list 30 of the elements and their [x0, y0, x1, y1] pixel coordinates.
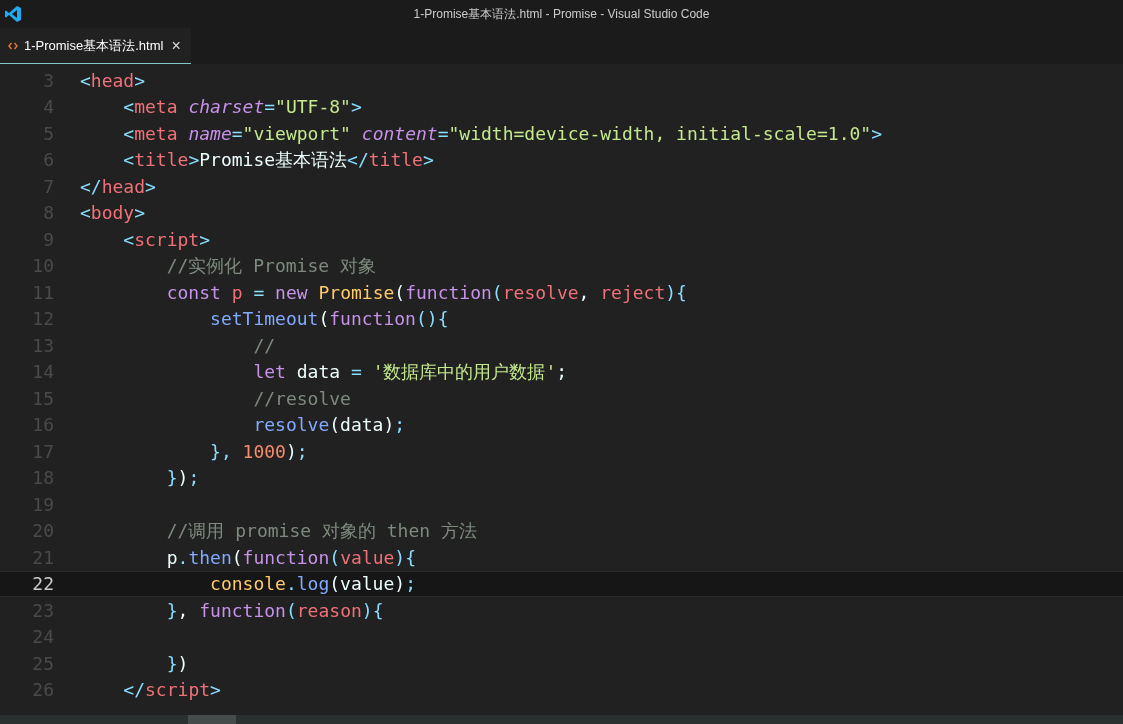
code-file-icon: [8, 41, 18, 50]
code-line: <meta name="viewport" content="width=device-width, initial-scale=1.0">: [122, 122, 882, 144]
vscode-logo-icon: [4, 5, 22, 23]
scrollbar-thumb[interactable]: [188, 715, 236, 724]
code-line: }): [165, 652, 189, 674]
code-line: <script>: [122, 228, 211, 250]
code-line: console.log(value);: [209, 573, 416, 595]
code-line: //实例化 Promise 对象: [165, 253, 376, 278]
close-icon[interactable]: ×: [171, 36, 181, 55]
code-line: }, 1000);: [209, 440, 308, 462]
line-number: 22: [31, 573, 54, 595]
code-line: </script>: [122, 679, 221, 701]
code-line: //resolve: [252, 387, 351, 409]
code-line: p.then(function(value){: [165, 546, 416, 568]
code-line: <head>: [80, 69, 146, 91]
code-line: //调用 promise 对象的 then 方法: [165, 518, 477, 543]
code-line: //: [252, 334, 276, 356]
code-line: }, function(reason){: [165, 599, 384, 621]
code-line: setTimeout(function(){: [209, 308, 449, 330]
code-line: resolve(data);: [252, 414, 406, 436]
code-line: <body>: [80, 202, 146, 224]
code-line: <meta charset="UTF-8">: [122, 96, 362, 118]
code-line: </head>: [80, 175, 156, 197]
code-line: let data = '数据库中的用户数据';: [252, 359, 568, 384]
code-line: <title>Promise基本语法</title>: [122, 147, 434, 172]
code-line: });: [165, 467, 200, 489]
window-title: 1-Promise基本语法.html - Promise - Visual Studio Code: [413, 5, 710, 23]
editor-tab[interactable]: 1-Promise基本语法.html ×: [0, 28, 191, 64]
code-line: const p = new Promise(function(resolve, reject){: [165, 281, 687, 303]
tab-label: 1-Promise基本语法.html: [24, 36, 164, 55]
